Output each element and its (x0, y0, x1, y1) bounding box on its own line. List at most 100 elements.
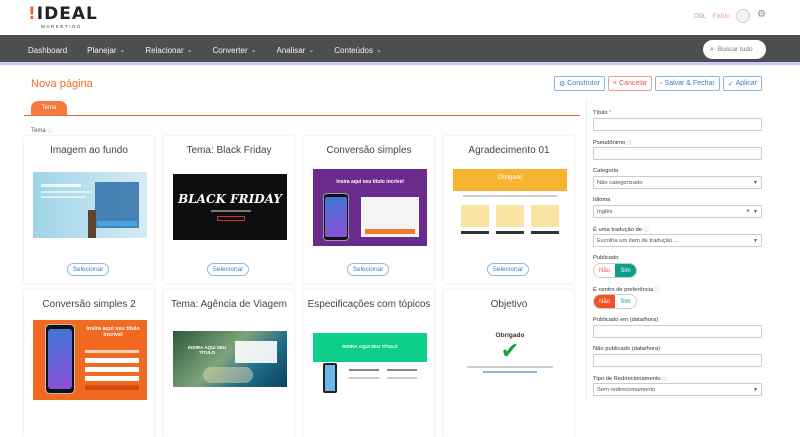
search-input[interactable] (717, 46, 762, 53)
published-no-option[interactable]: Não (594, 264, 615, 277)
theme-title: Objetivo (490, 299, 528, 310)
chevron-down-icon: ⌄ (308, 47, 315, 54)
preference-no-option[interactable]: Não (594, 295, 615, 308)
theme-card: Imagem ao fundo Selecionar (24, 136, 154, 283)
nav-item-conteudos[interactable]: Conteúdos ⌄ (334, 46, 382, 55)
caret-down-icon: ▼ (753, 237, 758, 244)
caret-down-icon: ▼ (753, 208, 758, 215)
theme-thumbnail: INSIRA AQUI SEU TÍTULO (173, 331, 287, 387)
info-icon: ⓘ (643, 227, 649, 233)
field-label: Título * (593, 110, 612, 116)
preference-yes-option[interactable]: Sim (615, 295, 636, 308)
theme-card: Agradecimento 01 Obrigado Selecionar (444, 136, 574, 283)
page-title: Nova página (31, 78, 93, 90)
select-theme-button[interactable]: Selecionar (207, 263, 249, 276)
translation-select[interactable]: Escolha um item de tradução ... ▼ (593, 234, 762, 247)
alias-field[interactable] (593, 147, 762, 160)
theme-card: Conversão simples Insira aqui seu título… (304, 136, 434, 283)
theme-card: Conversão simples 2 Insira aqui seu títu… (24, 290, 154, 437)
tabs-divider (24, 115, 580, 116)
theme-title: Conversão simples 2 (42, 299, 136, 310)
nav-item-planejar[interactable]: Planejar ⌄ (87, 46, 125, 55)
title-field[interactable] (593, 118, 762, 131)
preference-center-toggle: Não Sim (593, 294, 637, 309)
theme-card: Especificações com tópicos INSIRA AQUI S… (304, 290, 434, 437)
tab-tema[interactable]: Tema (31, 101, 67, 115)
theme-title: Agradecimento 01 (468, 145, 550, 156)
field-label: Categoria (593, 168, 619, 174)
field-label: Publicado em (data/hora) (593, 317, 659, 323)
theme-title: Tema: Agência de Viagem (170, 299, 287, 310)
info-icon: ⓘ (626, 140, 632, 146)
select-theme-button[interactable]: Selecionar (67, 263, 109, 276)
user-greeting: Olá, (693, 12, 707, 20)
field-label: Pseudônimo ⓘ (593, 140, 632, 146)
nav-item-relacionar[interactable]: Relacionar ⌄ (145, 46, 192, 55)
redirect-type-select[interactable]: Sem redirecionamento ▼ (593, 383, 762, 396)
theme-thumbnail: Obrigado ✔ (453, 328, 567, 378)
nav-item-dashboard[interactable]: Dashboard (28, 46, 67, 55)
publish-down-field[interactable] (593, 354, 762, 367)
field-label: É centro de preferência ⓘ (593, 287, 660, 293)
chevron-down-icon: ⌄ (375, 47, 382, 54)
nav-item-converter[interactable]: Converter ⌄ (213, 46, 257, 55)
check-icon: ✔ (500, 338, 520, 363)
chevron-down-icon: ⌄ (250, 47, 257, 54)
theme-card: Tema: Black Friday BLACK FRIDAY Selecion… (164, 136, 294, 283)
main-nav: Dashboard Planejar ⌄ Relacionar ⌄ Converte… (0, 35, 800, 65)
top-bar: !IDEAL MARKETING Olá, Fabio ⚙ (0, 0, 800, 35)
theme-title: Especificações com tópicos (307, 299, 431, 310)
logo-text: IDEAL (36, 4, 98, 24)
theme-title: Tema: Black Friday (186, 145, 272, 156)
theme-title: Conversão simples (326, 145, 412, 156)
info-icon: ⓘ (47, 128, 53, 134)
page-actions: ⚙ Construtor × Cancelar ▫ Salvar & Fechar ✓… (553, 76, 762, 91)
apply-button[interactable]: ✓ Aplicar (722, 76, 762, 91)
chevron-down-icon: ⌄ (186, 47, 193, 54)
save-close-button[interactable]: ▫ Salvar & Fechar (655, 76, 720, 91)
search-icon: ⌕ (710, 45, 714, 53)
info-icon: ⓘ (654, 287, 660, 293)
cancel-button[interactable]: × Cancelar (607, 76, 653, 91)
theme-title: Imagem ao fundo (50, 145, 128, 156)
select-theme-button[interactable]: Selecionar (487, 263, 529, 276)
clear-icon[interactable]: × (746, 208, 750, 215)
field-label: Idioma (593, 197, 611, 203)
field-label: É uma tradução de ⓘ (593, 227, 649, 233)
required-marker: * (609, 110, 612, 116)
sidebar-divider (586, 100, 587, 400)
section-label: Tema ⓘ (31, 128, 53, 134)
builder-button[interactable]: ⚙ Construtor (553, 76, 605, 91)
publish-up-field[interactable] (593, 325, 762, 338)
user-name: Fabio (712, 12, 730, 20)
chevron-down-icon: ⌄ (119, 47, 126, 54)
nav-item-analisar[interactable]: Analisar ⌄ (277, 46, 315, 55)
field-label: Publicado (593, 255, 619, 261)
field-label: Tipo de Redirecionamento ⓘ (593, 376, 668, 382)
gear-icon[interactable]: ⚙ (757, 9, 766, 20)
logo-subtitle: MARKETING (41, 24, 83, 29)
logo-mark: ! (28, 4, 37, 24)
theme-thumbnail: Obrigado (453, 169, 567, 249)
avatar[interactable] (736, 9, 750, 23)
logo[interactable]: !IDEAL MARKETING (28, 4, 98, 30)
theme-thumbnail (33, 172, 147, 238)
caret-down-icon: ▼ (753, 179, 758, 186)
published-yes-option[interactable]: Sim (615, 264, 636, 277)
field-label: Não publicado (data/hora) (593, 346, 661, 352)
theme-card: Objetivo Obrigado ✔ (444, 290, 574, 437)
user-menu[interactable]: Olá, Fabio (694, 9, 750, 23)
theme-thumbnail: BLACK FRIDAY (173, 174, 287, 240)
builder-icon: ⚙ (558, 80, 566, 88)
save-icon: ▫ (660, 80, 663, 87)
theme-thumbnail: INSIRA AQUI SEU TÍTULO (313, 333, 427, 400)
close-icon: × (612, 80, 618, 87)
language-select[interactable]: Inglês × ▼ (593, 205, 762, 218)
global-search: ⌕ (703, 40, 766, 59)
select-theme-button[interactable]: Selecionar (347, 263, 389, 276)
theme-thumbnail: Insira aqui seu título incrível (33, 320, 147, 400)
theme-thumbnail: Insira aqui seu título incrível (313, 169, 427, 246)
theme-card: Tema: Agência de Viagem INSIRA AQUI SEU … (164, 290, 294, 437)
published-toggle: Não Sim (593, 263, 637, 278)
category-select[interactable]: Não categorizado ▼ (593, 176, 762, 189)
